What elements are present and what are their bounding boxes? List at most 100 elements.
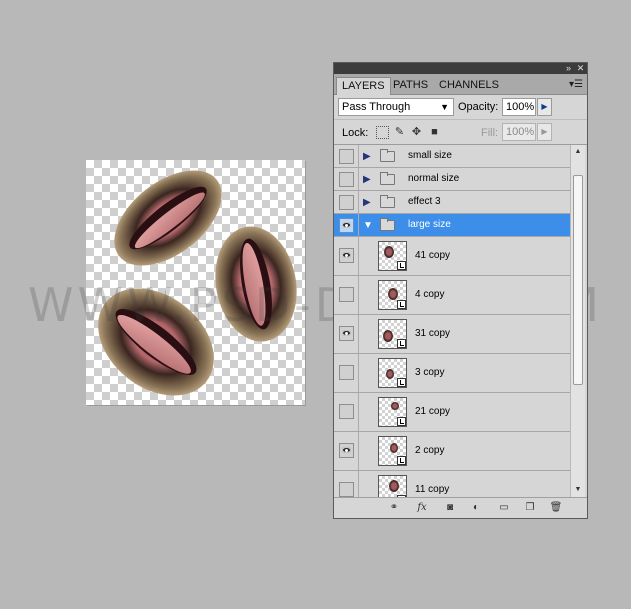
scroll-down-icon[interactable]: ▼ (571, 483, 585, 497)
double-right-arrow-icon[interactable]: » (563, 63, 574, 74)
dropdown-arrow-icon: ▼ (440, 102, 449, 112)
folder-icon (380, 195, 395, 208)
blend-mode-value: Pass Through (342, 101, 411, 113)
bean-thumb (383, 330, 393, 342)
row-divider (358, 432, 359, 470)
adjustment-layer-icon[interactable]: ◐ (468, 501, 484, 515)
group-name: small size (408, 150, 452, 161)
visibility-toggle[interactable] (339, 149, 354, 164)
layer-name: 4 copy (415, 289, 445, 300)
layer-thumbnail (378, 241, 407, 271)
document-canvas[interactable] (86, 160, 305, 405)
blend-mode-select[interactable]: Pass Through ▼ (338, 98, 454, 116)
bean-thumb (386, 369, 394, 379)
link-layers-icon[interactable]: ⚭ (386, 501, 402, 515)
layer-row[interactable]: 21 copy (334, 393, 570, 432)
visibility-toggle[interactable] (339, 195, 354, 210)
layer-row[interactable]: 2 copy (334, 432, 570, 471)
layer-name: 21 copy (415, 406, 451, 417)
blend-options-row: Pass Through ▼ Opacity: 100% ▶ (334, 95, 587, 120)
layer-row[interactable]: 41 copy (334, 237, 570, 276)
visibility-toggle[interactable] (339, 482, 354, 497)
row-divider (358, 276, 359, 314)
layer-group-row-selected[interactable]: ▼ large size (334, 214, 570, 237)
expand-triangle-icon[interactable]: ▶ (363, 151, 371, 162)
lock-transparent-pixels-icon[interactable] (376, 126, 389, 139)
layers-scrollbar[interactable]: ▲ ▼ (570, 145, 585, 497)
trash-icon[interactable]: 🗑 (548, 501, 564, 515)
layer-group-row[interactable]: ▶ small size (334, 145, 570, 168)
row-divider (358, 237, 359, 275)
panel-titlebar: » ✕ (334, 63, 587, 74)
visibility-toggle[interactable] (339, 404, 354, 419)
smart-object-icon (397, 300, 406, 309)
row-divider (358, 471, 359, 497)
fill-slider-arrow[interactable]: ▶ (537, 123, 552, 141)
row-divider (358, 354, 359, 392)
row-divider (358, 168, 359, 190)
visibility-toggle[interactable] (339, 287, 354, 302)
bean-thumb (389, 480, 399, 492)
new-layer-icon[interactable]: ❐ (522, 501, 538, 515)
coffee-beans-image (98, 170, 297, 396)
layer-row[interactable]: 11 copy (334, 471, 570, 497)
fx-icon[interactable]: fx (414, 501, 430, 515)
visibility-toggle[interactable] (339, 172, 354, 187)
add-mask-icon[interactable]: ◙ (442, 501, 458, 515)
tab-channels[interactable]: CHANNELS (434, 77, 504, 95)
layer-thumbnail (378, 397, 407, 427)
tab-layers[interactable]: LAYERS (336, 77, 391, 95)
fill-input[interactable]: 100% (502, 123, 536, 141)
group-name: effect 3 (408, 196, 441, 207)
visibility-toggle[interactable] (339, 365, 354, 380)
close-icon[interactable]: ✕ (575, 63, 586, 74)
eye-icon[interactable] (339, 443, 354, 458)
eye-icon[interactable] (339, 218, 354, 233)
folder-icon (380, 218, 395, 231)
layer-name: 3 copy (415, 367, 445, 378)
new-group-icon[interactable]: ▭ (496, 501, 512, 515)
opacity-slider-arrow[interactable]: ▶ (537, 98, 552, 116)
scroll-up-icon[interactable]: ▲ (571, 145, 585, 159)
layer-row[interactable]: 3 copy (334, 354, 570, 393)
panel-menu-icon[interactable]: ▾☰ (569, 79, 583, 90)
row-divider (358, 214, 359, 236)
layer-name: 2 copy (415, 445, 445, 456)
layer-thumbnail (378, 475, 407, 497)
collapse-triangle-icon[interactable]: ▼ (363, 220, 373, 231)
layer-name: 11 copy (415, 484, 450, 495)
smart-object-icon (397, 339, 406, 348)
bean-thumb (390, 443, 398, 453)
smart-object-icon (397, 417, 406, 426)
bean-thumb (391, 402, 399, 410)
eye-icon[interactable] (339, 326, 354, 341)
layer-row[interactable]: 31 copy (334, 315, 570, 354)
expand-triangle-icon[interactable]: ▶ (363, 197, 371, 208)
bean-3 (98, 288, 214, 396)
lock-icon[interactable]: ■ (428, 126, 441, 139)
layer-group-row[interactable]: ▶ effect 3 (334, 191, 570, 214)
panel-tabs: LAYERS PATHS CHANNELS ▾☰ (334, 74, 587, 95)
layer-name: 41 copy (415, 250, 451, 261)
row-divider (358, 191, 359, 213)
move-icon[interactable]: ✥ (410, 126, 423, 139)
layer-name: 31 copy (415, 328, 451, 339)
row-divider (358, 393, 359, 431)
layer-row[interactable]: 4 copy (334, 276, 570, 315)
lock-options-row: Lock: ✎ ✥ ■ Fill: 100% ▶ (334, 120, 587, 145)
layer-thumbnail (378, 436, 407, 466)
panel-footer: ⚭ fx ◙ ◐ ▭ ❐ 🗑 (334, 497, 587, 518)
lock-label: Lock: (342, 127, 369, 139)
bean-2 (215, 226, 297, 342)
opacity-input[interactable]: 100% (502, 98, 536, 116)
smart-object-icon (397, 378, 406, 387)
brush-icon[interactable]: ✎ (393, 126, 406, 139)
eye-icon[interactable] (339, 248, 354, 263)
bean-thumb (388, 288, 398, 300)
tab-paths[interactable]: PATHS (388, 77, 433, 95)
layer-group-row[interactable]: ▶ normal size (334, 168, 570, 191)
opacity-label: Opacity: (458, 101, 499, 113)
smart-object-icon (397, 261, 406, 270)
expand-triangle-icon[interactable]: ▶ (363, 174, 371, 185)
scroll-thumb[interactable] (573, 175, 583, 385)
